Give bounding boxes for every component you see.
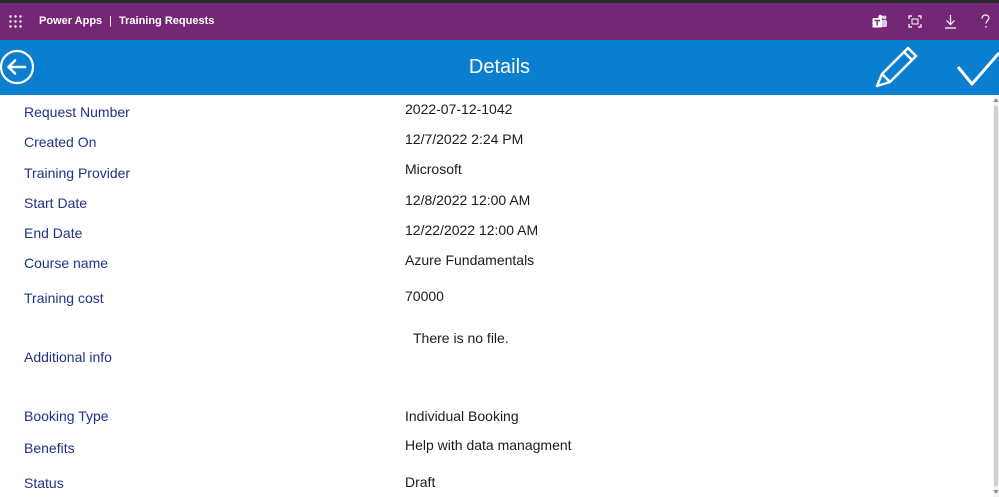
edit-pencil-icon bbox=[875, 46, 918, 88]
attachments-empty-message: There is no file. bbox=[413, 330, 509, 346]
edit-button[interactable] bbox=[873, 43, 919, 89]
field-label: Status bbox=[24, 475, 64, 491]
scroll-up-arrow-icon[interactable] bbox=[993, 97, 999, 103]
title-separator: | bbox=[109, 15, 112, 27]
field-label: Training Provider bbox=[24, 165, 131, 181]
field-value: Individual Booking bbox=[405, 408, 519, 424]
field-value: Help with data managment bbox=[405, 437, 572, 453]
checkmark-icon bbox=[956, 52, 999, 86]
app-launcher-waffle-icon[interactable] bbox=[9, 15, 22, 28]
field-value: Microsoft bbox=[405, 161, 462, 177]
app-title: Training Requests bbox=[119, 15, 215, 27]
field-label: Training cost bbox=[24, 290, 104, 306]
field-value: 12/7/2022 2:24 PM bbox=[405, 131, 524, 147]
product-name: Power Apps bbox=[39, 15, 103, 27]
field-value: 2022-07-12-1042 bbox=[405, 101, 513, 117]
field-label: Request Number bbox=[24, 104, 130, 120]
fit-to-screen-icon[interactable] bbox=[908, 15, 922, 28]
power-apps-top-bar: Power Apps | Training Requests bbox=[0, 3, 999, 40]
screen-header: Details bbox=[0, 40, 999, 95]
field-label: Created On bbox=[24, 134, 97, 150]
field-value: 12/22/2022 12:00 AM bbox=[405, 222, 539, 238]
scrollbar-thumb[interactable] bbox=[994, 106, 998, 486]
field-value: Azure Fundamentals bbox=[405, 252, 535, 268]
scroll-down-arrow-icon[interactable] bbox=[993, 489, 999, 495]
display-form: Request Number 2022-07-12-1042 Created O… bbox=[0, 95, 993, 497]
field-value: Draft bbox=[405, 474, 436, 490]
field-label: Benefits bbox=[24, 440, 75, 456]
submit-checkmark-button[interactable] bbox=[956, 48, 999, 88]
field-label: Booking Type bbox=[24, 408, 109, 424]
download-icon[interactable] bbox=[944, 14, 957, 29]
field-label: Start Date bbox=[24, 195, 88, 211]
field-label: Course name bbox=[24, 255, 109, 271]
help-icon[interactable] bbox=[980, 14, 991, 29]
field-value: 70000 bbox=[405, 288, 444, 304]
field-label: End Date bbox=[24, 225, 83, 241]
field-label: Additional info bbox=[24, 349, 112, 365]
field-value: 12/8/2022 12:00 AM bbox=[405, 192, 531, 208]
teams-icon[interactable] bbox=[872, 14, 888, 29]
page-title: Details bbox=[468, 56, 531, 78]
vertical-scrollbar[interactable] bbox=[993, 95, 999, 497]
